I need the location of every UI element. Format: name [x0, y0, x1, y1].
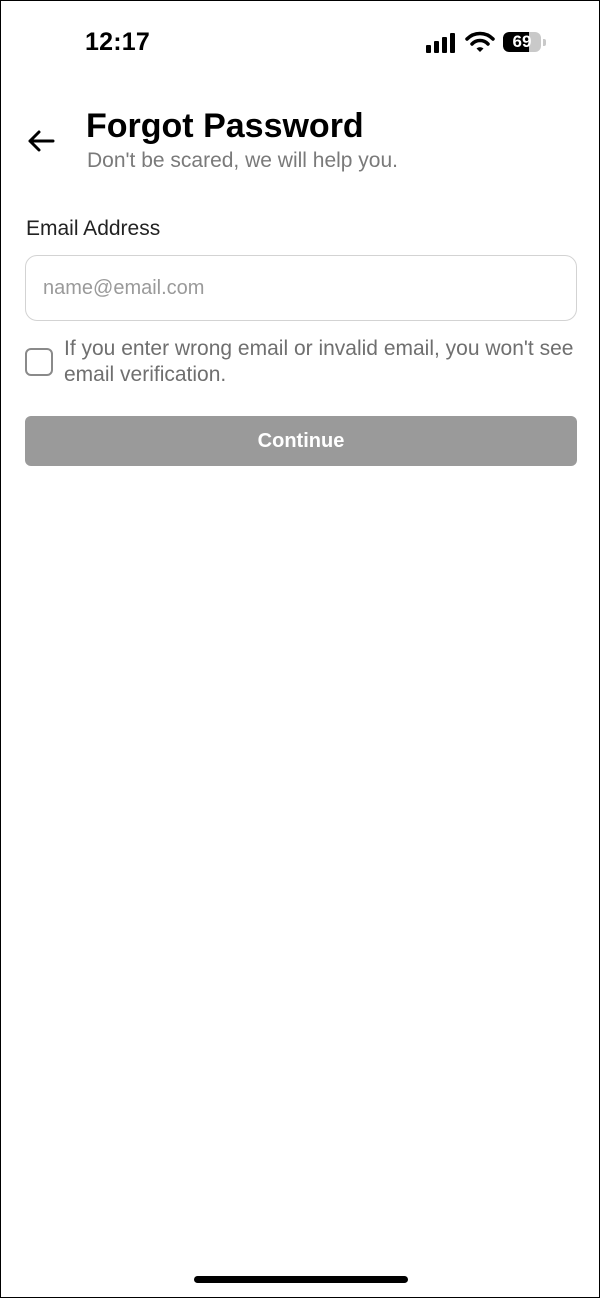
wifi-icon — [465, 31, 495, 53]
phone-frame: 12:17 69 Forgot Password Don't be scared… — [0, 0, 600, 1298]
arrow-left-icon — [28, 130, 55, 152]
cellular-signal-icon — [426, 33, 456, 53]
page-subtitle: Don't be scared, we will help you. — [87, 149, 399, 172]
email-input[interactable] — [25, 255, 577, 321]
continue-button[interactable]: Continue — [25, 416, 577, 466]
battery-icon: 69 — [503, 32, 547, 54]
checkbox-label: If you enter wrong email or invalid emai… — [64, 337, 574, 386]
page-title: Forgot Password — [86, 107, 364, 145]
battery-level: 69 — [512, 32, 532, 51]
status-bar: 12:17 69 — [1, 1, 600, 91]
status-time: 12:17 — [85, 28, 150, 56]
home-indicator — [194, 1276, 408, 1283]
back-button[interactable] — [23, 123, 59, 159]
verification-checkbox[interactable] — [25, 348, 53, 376]
email-label: Email Address — [26, 217, 161, 240]
